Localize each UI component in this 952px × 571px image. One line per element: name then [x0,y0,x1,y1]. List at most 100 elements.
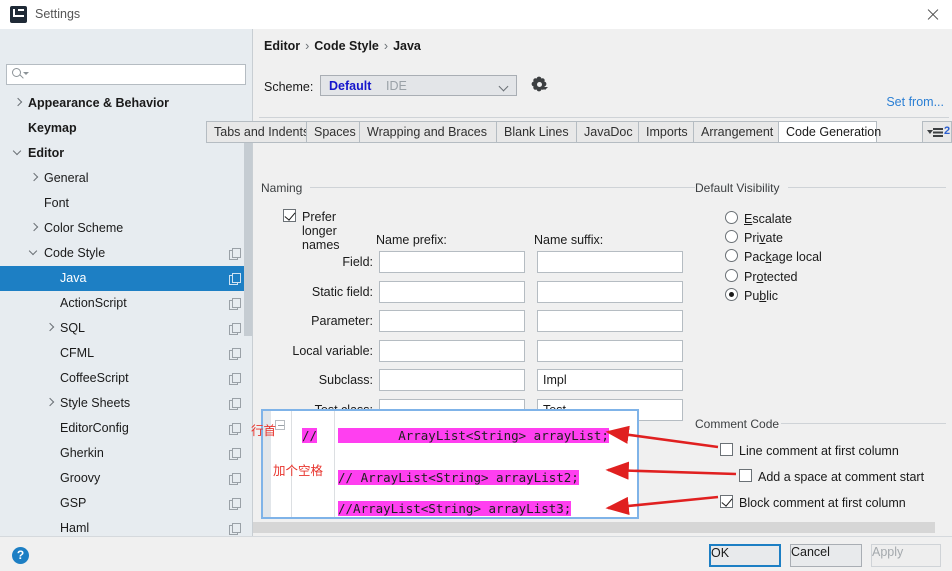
content-horizontal-scrollbar[interactable] [253,522,935,533]
chevron-right-icon[interactable] [30,224,39,233]
sidebar-item-label: Code Style [44,246,106,260]
chevron-down-icon [498,81,509,92]
sidebar-item-label: Style Sheets [60,396,131,410]
copy-scheme-icon[interactable] [229,448,241,460]
visibility-label: Escalate [744,212,792,226]
sidebar-item-gherkin[interactable]: Gherkin [0,441,252,466]
search-input[interactable] [28,66,238,82]
sidebar-item-java[interactable]: Java [0,266,252,291]
breadcrumb-code-style[interactable]: Code Style [314,39,379,53]
sidebar-item-style-sheets[interactable]: Style Sheets [0,391,252,416]
tab-blank-lines[interactable]: Blank Lines [496,121,577,143]
copy-scheme-icon[interactable] [229,498,241,510]
copy-scheme-icon[interactable] [229,348,241,360]
prefer-longer-names-checkbox[interactable] [283,209,296,222]
sidebar-scrollbar[interactable] [244,91,252,536]
chevron-right-icon[interactable] [30,174,39,183]
close-icon[interactable] [922,5,944,24]
visibility-radio-escalate[interactable] [725,211,738,224]
sidebar-item-gsp[interactable]: GSP [0,491,252,516]
sidebar-item-code-style[interactable]: Code Style [0,241,252,266]
sidebar-item-editor[interactable]: Editor [0,141,252,166]
comment-code-checkbox-2[interactable] [739,469,752,482]
cancel-button[interactable]: Cancel [790,544,862,567]
visibility-radio-package-local[interactable] [725,249,738,262]
tab-label: Blank Lines [504,125,569,139]
preview-line-1-comment: // [302,428,318,443]
naming-suffix-input[interactable] [537,251,683,273]
chevron-right-icon[interactable] [46,324,55,333]
tab-arrangement[interactable]: Arrangement [693,121,779,143]
sidebar-item-haml[interactable]: Haml [0,516,252,536]
naming-suffix-input[interactable] [537,340,683,362]
sidebar-item-groovy[interactable]: Groovy [0,466,252,491]
ok-button[interactable]: OK [709,544,781,567]
naming-row-label: Subclass: [318,373,373,387]
sidebar-item-editorconfig[interactable]: EditorConfig [0,416,252,441]
naming-prefix-input[interactable] [379,310,525,332]
sidebar-scrollbar-thumb[interactable] [244,131,252,336]
sidebar-item-label: Keymap [28,121,77,135]
preview-line-2-code: // ArrayList<String> arrayList2; [338,470,579,485]
copy-scheme-icon[interactable] [229,398,241,410]
sidebar-item-appearance-behavior[interactable]: Appearance & Behavior [0,91,252,116]
copy-scheme-icon[interactable] [229,473,241,485]
tab-spaces[interactable]: Spaces [306,121,360,143]
sidebar-item-actionscript[interactable]: ActionScript [0,291,252,316]
visibility-radio-private[interactable] [725,230,738,243]
sidebar-item-cfml[interactable]: CFML [0,341,252,366]
tab-code-generation[interactable]: Code Generation [778,121,881,143]
copy-scheme-icon[interactable] [229,298,241,310]
gear-icon[interactable] [531,76,548,92]
copy-scheme-icon[interactable] [229,523,241,535]
tab-javadoc[interactable]: JavaDoc [576,121,639,143]
sidebar-item-label: ActionScript [60,296,127,310]
comment-code-group-line [781,423,946,424]
sidebar-item-color-scheme[interactable]: Color Scheme [0,216,252,241]
copy-scheme-icon[interactable] [229,273,241,285]
scheme-select[interactable]: Default IDE [320,75,517,96]
search-box[interactable] [6,64,246,85]
tab-overflow-icon[interactable]: 2 [922,121,952,143]
copy-scheme-icon[interactable] [229,323,241,335]
sidebar-item-sql[interactable]: SQL [0,316,252,341]
naming-prefix-input[interactable] [379,281,525,303]
tab-wrapping-and-braces[interactable]: Wrapping and Braces [359,121,497,143]
copy-scheme-icon[interactable] [229,248,241,260]
chevron-down-icon[interactable] [30,249,39,258]
tab-bottom-line [253,142,952,143]
naming-prefix-input[interactable] [379,340,525,362]
sidebar-item-coffeescript[interactable]: CoffeeScript [0,366,252,391]
tab-label: Code Generation [786,125,882,139]
chevron-right-icon[interactable] [46,399,55,408]
visibility-group-label: Default Visibility [695,181,786,195]
breadcrumb-editor[interactable]: Editor [264,39,300,53]
copy-scheme-icon[interactable] [229,423,241,435]
annotation-add-space: 加个空格 [273,464,324,478]
tab-tabs-and-indents[interactable]: Tabs and Indents [206,121,309,143]
naming-suffix-input[interactable] [537,369,683,391]
chevron-right-icon[interactable] [14,99,23,108]
comment-code-checkbox-3[interactable] [720,495,733,508]
tab-imports[interactable]: Imports [638,121,694,143]
code-fold-icon[interactable] [275,420,285,430]
visibility-radio-public[interactable] [725,288,738,301]
set-from-link[interactable]: Set from... [886,95,944,109]
sidebar-item-general[interactable]: General [0,166,252,191]
naming-suffix-input[interactable] [537,310,683,332]
sidebar-item-label: SQL [60,321,86,335]
settings-tree[interactable]: Appearance & Behavior Keymap Editor General… [0,91,252,536]
copy-scheme-icon[interactable] [229,373,241,385]
naming-prefix-input[interactable] [379,369,525,391]
tab-label: Arrangement [701,125,774,139]
sidebar-item-font[interactable]: Font [0,191,252,216]
comment-code-label: Block comment at first column [739,496,906,510]
title-bar: Settings [0,0,952,29]
apply-button[interactable]: Apply [871,544,941,567]
help-icon[interactable]: ? [12,547,29,564]
naming-prefix-input[interactable] [379,251,525,273]
naming-suffix-input[interactable] [537,281,683,303]
comment-code-checkbox-1[interactable] [720,443,733,456]
visibility-radio-protected[interactable] [725,269,738,282]
chevron-down-icon[interactable] [14,149,23,158]
